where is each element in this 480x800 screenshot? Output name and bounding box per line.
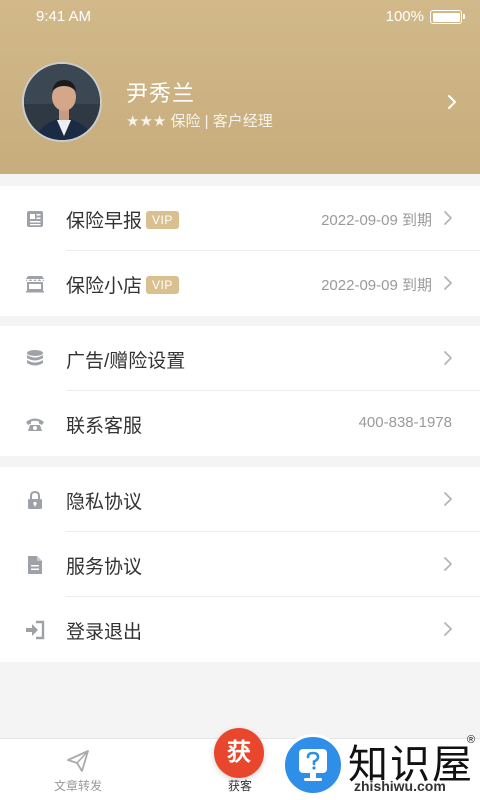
settings-section: 广告/赠险设置 联系客服 400-838-1978 [0,326,480,456]
registered-mark: ® [467,734,476,746]
lock-icon [28,490,42,509]
battery-percent: 100% [385,8,424,25]
chevron-right-icon [444,211,452,225]
get-customers-fab[interactable]: 获 [214,728,264,778]
chevron-right-icon [444,557,452,571]
avatar[interactable] [22,62,102,142]
menu-item-insurance-daily[interactable]: 保险早报 VIP 2022-09-09 到期 [0,186,480,251]
help-monitor-icon [299,749,327,781]
store-icon [26,276,44,293]
tab-label: 文章转发 [53,779,102,793]
newspaper-icon [27,211,43,227]
menu-item-customer-service[interactable]: 联系客服 400-838-1978 [0,391,480,456]
watermark-logo: 知识屋 ® zhishiwu.com [282,730,480,800]
subscription-section: 保险早报 VIP 2022-09-09 到期 保险小店 VIP 2022-09-09… [0,186,480,316]
sign-out-icon [26,620,45,640]
vip-badge: VIP [146,211,179,229]
menu-item-label: 联系客服 [66,416,143,437]
chevron-right-icon [444,622,452,636]
watermark-circle [282,734,344,796]
account-section: 隐私协议 服务协议 登录退出 [0,467,480,662]
phone-icon [26,418,44,431]
tab-label: 获客 [227,779,252,793]
watermark-site: zhishiwu.com [354,778,446,794]
menu-item-label: 登录退出 [66,622,143,643]
menu-item-label: 广告/赠险设置 [66,351,186,372]
expiry-date: 2022-09-09 到期 [321,277,432,294]
status-time: 9:41 AM [36,8,92,25]
chevron-right-icon [444,276,452,290]
tab-article-forward[interactable]: 文章转发 [28,738,128,800]
chevron-right-icon[interactable] [442,92,462,112]
menu-item-label: 隐私协议 [66,492,143,513]
paper-plane-icon [67,750,89,772]
expiry-date: 2022-09-09 到期 [321,212,432,229]
vip-badge: VIP [146,276,179,294]
menu-item-label: 保险小店 [66,276,143,297]
battery-icon [430,10,465,24]
profile-header: 9:41 AM 100% 尹秀兰 ★★★ 保险 | 客户经理 [0,0,480,174]
menu-item-logout[interactable]: 登录退出 [0,597,480,662]
status-bar: 9:41 AM 100% [0,0,480,32]
menu-item-label: 服务协议 [66,557,143,578]
chevron-right-icon [444,492,452,506]
database-icon [27,350,43,366]
menu-item-ad-settings[interactable]: 广告/赠险设置 [0,326,480,391]
menu-item-insurance-store[interactable]: 保险小店 VIP 2022-09-09 到期 [0,251,480,316]
profile-name: 尹秀兰 [126,81,196,106]
profile-subtitle: ★★★ 保险 | 客户经理 [126,113,273,130]
menu-item-label: 保险早报 [66,211,143,232]
menu-item-service-agreement[interactable]: 服务协议 [0,532,480,597]
menu-item-privacy-policy[interactable]: 隐私协议 [0,467,480,532]
profile-card[interactable]: 尹秀兰 ★★★ 保险 | 客户经理 [22,62,462,142]
document-icon [28,556,42,574]
chevron-right-icon [444,351,452,365]
service-phone-number[interactable]: 400-838-1978 [359,414,452,431]
